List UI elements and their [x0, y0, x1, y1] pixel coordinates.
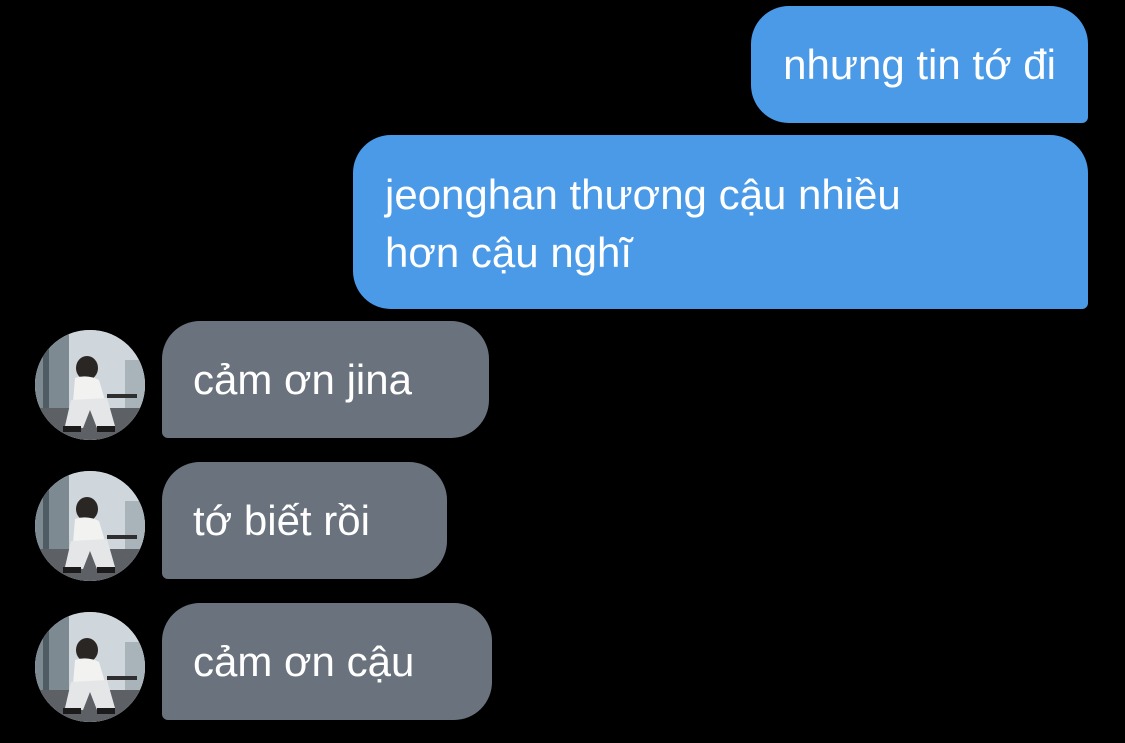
- message-thread: nhưng tin tớ đi jeonghan thương cậu nhiề…: [0, 0, 1125, 743]
- profile-photo-icon: [35, 471, 145, 581]
- avatar[interactable]: [35, 330, 145, 440]
- outgoing-message[interactable]: jeonghan thương cậu nhiều hơn cậu nghĩ: [353, 135, 1088, 309]
- avatar[interactable]: [35, 612, 145, 722]
- incoming-message[interactable]: tớ biết rồi: [162, 462, 447, 579]
- incoming-message[interactable]: cảm ơn jina: [162, 321, 489, 438]
- profile-photo-icon: [35, 330, 145, 440]
- incoming-message[interactable]: cảm ơn cậu: [162, 603, 492, 720]
- outgoing-message[interactable]: nhưng tin tớ đi: [751, 6, 1088, 123]
- avatar[interactable]: [35, 471, 145, 581]
- profile-photo-icon: [35, 612, 145, 722]
